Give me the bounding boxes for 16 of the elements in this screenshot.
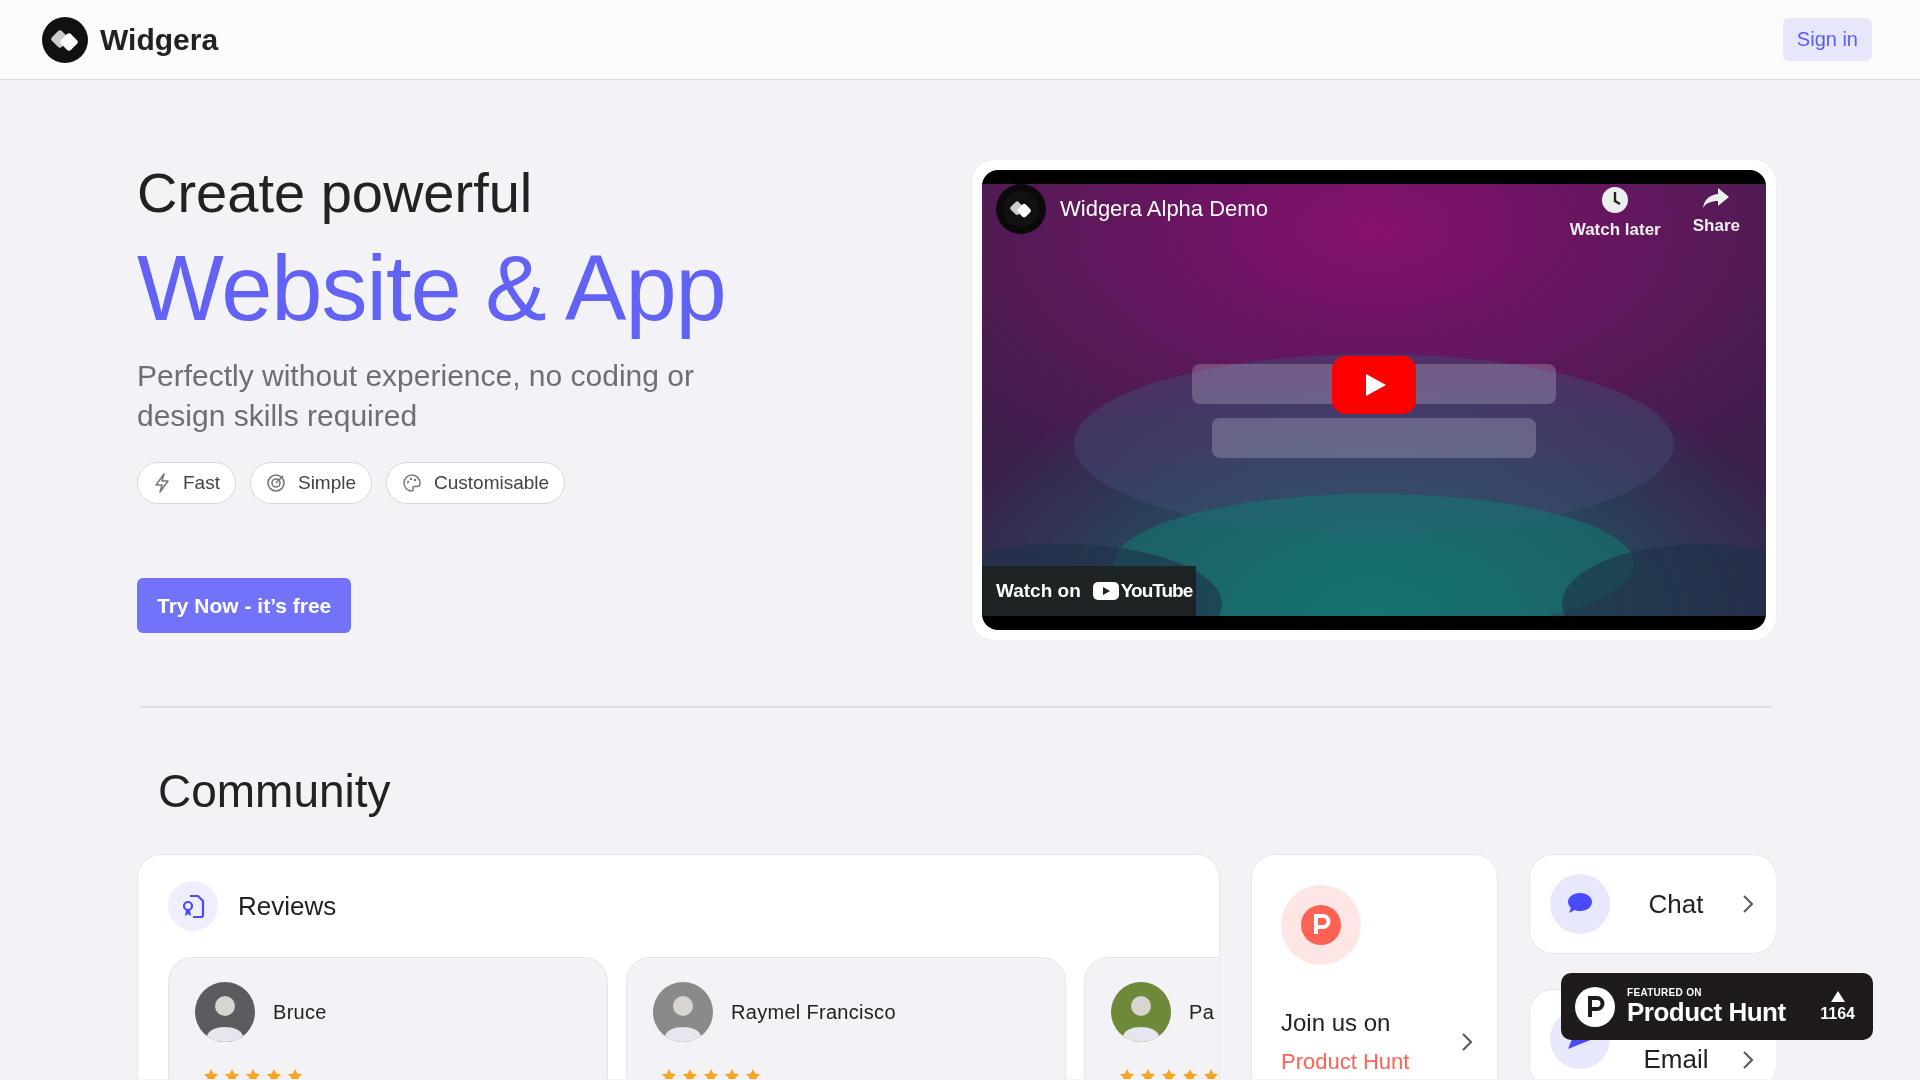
section-title: Community xyxy=(158,764,392,818)
subtitle: Perfectly without experience, no coding or design skills required xyxy=(137,358,695,434)
reviewer-name: Pa xyxy=(1189,1000,1215,1024)
brand-name: Widgera xyxy=(100,22,219,57)
feature-tag: Simple xyxy=(249,462,373,504)
vote-count: 1164 xyxy=(1820,1004,1855,1023)
join-text: Join us on xyxy=(1281,1009,1392,1037)
product-hunt-text: Product Hunt xyxy=(1627,998,1787,1026)
feature-tag: Fast xyxy=(137,462,236,504)
reviewer-name: Bruce xyxy=(273,1000,327,1024)
reviews-title: Reviews xyxy=(238,890,337,922)
reviewer-name: Raymel Francisco xyxy=(731,1000,896,1024)
featured-on-text: FEATURED ON xyxy=(1627,987,1703,998)
headline: Create powerful xyxy=(137,160,534,226)
headline-highlight: Website & App xyxy=(137,236,727,340)
feature-tag: Customisable xyxy=(386,462,566,504)
